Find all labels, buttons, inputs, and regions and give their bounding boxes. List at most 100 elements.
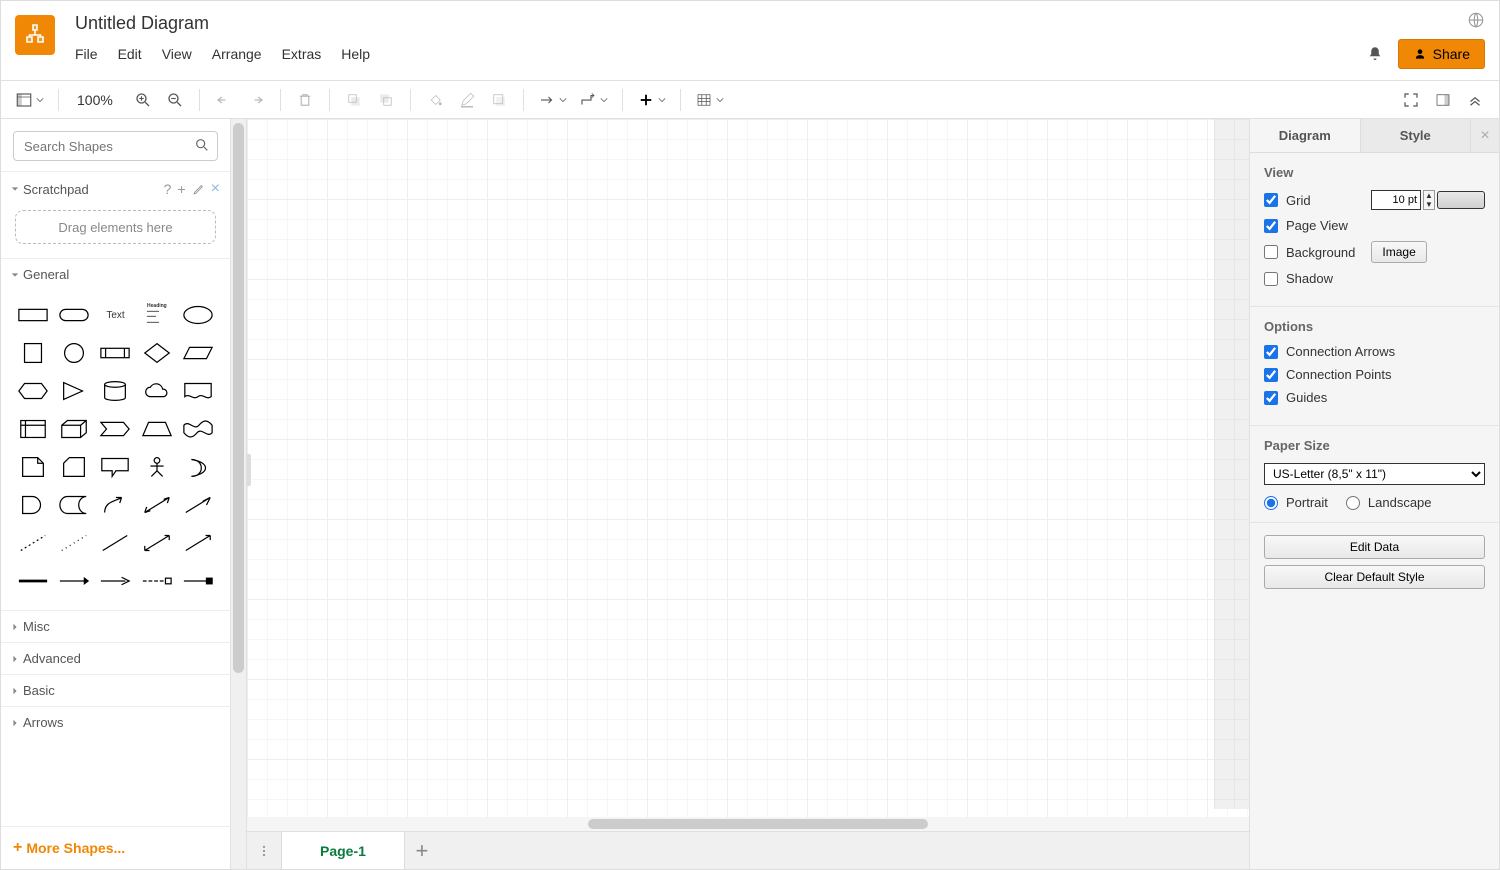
- search-icon[interactable]: [194, 137, 210, 153]
- menu-arrange[interactable]: Arrange: [212, 46, 262, 62]
- background-image-button[interactable]: Image: [1371, 241, 1426, 263]
- edit-data-button[interactable]: Edit Data: [1264, 535, 1485, 559]
- hscroll-thumb[interactable]: [588, 819, 929, 829]
- zoom-dropdown[interactable]: 100%: [69, 92, 125, 108]
- paper-size-select[interactable]: US-Letter (8,5" x 11"): [1264, 463, 1485, 485]
- background-checkbox[interactable]: [1264, 245, 1278, 259]
- shape-card[interactable]: [56, 452, 91, 482]
- waypoint-dropdown[interactable]: [575, 91, 612, 109]
- conn-arrows-checkbox[interactable]: [1264, 345, 1278, 359]
- shape-dashed-1[interactable]: [15, 528, 50, 558]
- shadow-button[interactable]: [485, 86, 513, 114]
- shadow-checkbox[interactable]: [1264, 272, 1278, 286]
- shape-curved-arrow[interactable]: [98, 490, 133, 520]
- insert-dropdown[interactable]: [633, 91, 670, 109]
- view-sidebar-dropdown[interactable]: [11, 91, 48, 109]
- shape-connector-2[interactable]: [98, 566, 133, 596]
- fullscreen-button[interactable]: [1397, 86, 1425, 114]
- shape-triangle[interactable]: [56, 376, 91, 406]
- menu-extras[interactable]: Extras: [282, 46, 322, 62]
- shape-tape[interactable]: [181, 414, 216, 444]
- shape-parallelogram[interactable]: [181, 338, 216, 368]
- scratchpad-header[interactable]: Scratchpad ? + ×: [1, 172, 230, 206]
- page-tab-1[interactable]: Page-1: [281, 832, 405, 869]
- shape-step[interactable]: [98, 414, 133, 444]
- shape-document[interactable]: [181, 376, 216, 406]
- grid-color-swatch[interactable]: [1437, 191, 1485, 209]
- shape-connector-1[interactable]: [56, 566, 91, 596]
- collapse-button[interactable]: [1461, 86, 1489, 114]
- scratchpad-dropzone[interactable]: Drag elements here: [15, 210, 216, 244]
- help-icon[interactable]: ?: [164, 181, 172, 197]
- shape-and[interactable]: [15, 490, 50, 520]
- close-format-panel[interactable]: ×: [1471, 119, 1499, 152]
- guides-checkbox[interactable]: [1264, 391, 1278, 405]
- menu-edit[interactable]: Edit: [118, 46, 142, 62]
- bell-icon[interactable]: [1366, 45, 1384, 63]
- fill-color-button[interactable]: [421, 86, 449, 114]
- shape-arrow[interactable]: [181, 490, 216, 520]
- menu-file[interactable]: File: [75, 46, 98, 62]
- shape-process[interactable]: [98, 338, 133, 368]
- add-icon[interactable]: +: [177, 181, 185, 197]
- tab-style[interactable]: Style: [1361, 119, 1472, 152]
- close-icon[interactable]: ×: [211, 180, 220, 198]
- general-header[interactable]: General: [1, 259, 230, 290]
- shape-cloud[interactable]: [139, 376, 174, 406]
- shape-thick-line[interactable]: [15, 566, 50, 596]
- zoom-in-button[interactable]: [129, 86, 157, 114]
- to-back-button[interactable]: [372, 86, 400, 114]
- shape-rectangle[interactable]: [15, 300, 50, 330]
- shape-square[interactable]: [15, 338, 50, 368]
- pageview-checkbox[interactable]: [1264, 219, 1278, 233]
- shape-bidir-line[interactable]: [139, 528, 174, 558]
- shape-line[interactable]: [98, 528, 133, 558]
- shape-circle[interactable]: [56, 338, 91, 368]
- portrait-option[interactable]: Portrait: [1264, 495, 1328, 510]
- scrollbar-thumb[interactable]: [233, 123, 244, 673]
- landscape-radio[interactable]: [1346, 496, 1360, 510]
- shape-trapezoid[interactable]: [139, 414, 174, 444]
- shape-connector-3[interactable]: [139, 566, 174, 596]
- arrows-header[interactable]: Arrows: [1, 706, 230, 738]
- page-tab-menu[interactable]: [247, 832, 281, 869]
- canvas[interactable]: [247, 119, 1249, 817]
- menu-help[interactable]: Help: [341, 46, 370, 62]
- to-front-button[interactable]: [340, 86, 368, 114]
- table-dropdown[interactable]: [691, 91, 728, 109]
- grid-size-spinner[interactable]: ▲▼: [1423, 190, 1435, 210]
- portrait-radio[interactable]: [1264, 496, 1278, 510]
- shape-heading[interactable]: Heading━━━━━━━━━━━: [139, 300, 174, 330]
- shape-note[interactable]: [15, 452, 50, 482]
- delete-button[interactable]: [291, 86, 319, 114]
- shape-diamond[interactable]: [139, 338, 174, 368]
- misc-header[interactable]: Misc: [1, 610, 230, 642]
- zoom-out-button[interactable]: [161, 86, 189, 114]
- edit-icon[interactable]: [192, 183, 205, 196]
- shape-internal-storage[interactable]: [15, 414, 50, 444]
- globe-icon[interactable]: [1467, 11, 1485, 29]
- shape-cylinder[interactable]: [98, 376, 133, 406]
- redo-button[interactable]: [242, 86, 270, 114]
- shape-connector-4[interactable]: [181, 566, 216, 596]
- splitter-handle[interactable]: [247, 454, 251, 486]
- shape-dashed-2[interactable]: [56, 528, 91, 558]
- spinner-up[interactable]: ▲: [1424, 191, 1434, 200]
- tab-diagram[interactable]: Diagram: [1250, 119, 1361, 152]
- shape-data-storage[interactable]: [56, 490, 91, 520]
- undo-button[interactable]: [210, 86, 238, 114]
- shape-actor[interactable]: [139, 452, 174, 482]
- more-shapes-button[interactable]: + More Shapes...: [1, 826, 230, 869]
- basic-header[interactable]: Basic: [1, 674, 230, 706]
- shape-or[interactable]: [181, 452, 216, 482]
- line-color-button[interactable]: [453, 86, 481, 114]
- search-input[interactable]: [13, 131, 218, 161]
- shape-text[interactable]: Text: [98, 300, 133, 330]
- shape-rounded-rectangle[interactable]: [56, 300, 91, 330]
- grid-size-input[interactable]: [1371, 190, 1421, 210]
- advanced-header[interactable]: Advanced: [1, 642, 230, 674]
- connection-dropdown[interactable]: [534, 91, 571, 109]
- app-logo[interactable]: [15, 15, 55, 55]
- shape-ellipse[interactable]: [181, 300, 216, 330]
- spinner-down[interactable]: ▼: [1424, 200, 1434, 209]
